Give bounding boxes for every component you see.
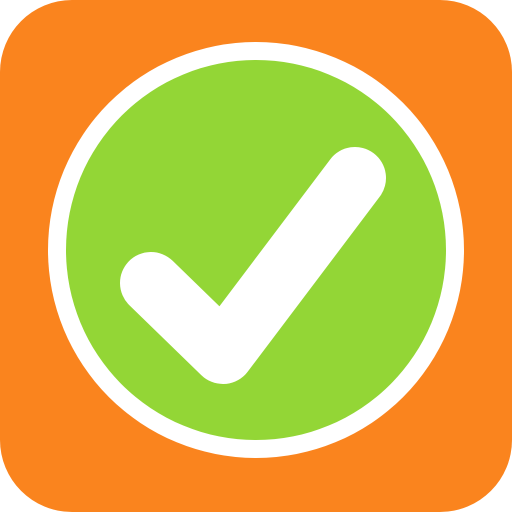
green-circle [66, 60, 446, 440]
app-icon [0, 0, 512, 512]
app-icon-graphic [0, 0, 512, 512]
